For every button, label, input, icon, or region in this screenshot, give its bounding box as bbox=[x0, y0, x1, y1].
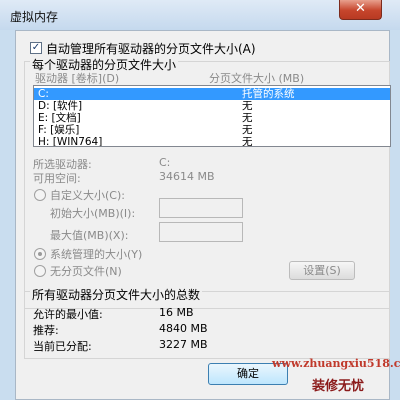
initial-size-label: 初始大小(MB)(I): bbox=[50, 207, 136, 220]
current-allocated-label: 当前已分配: bbox=[33, 340, 92, 353]
window-title: 虚拟内存 bbox=[10, 10, 59, 24]
system-managed-radio[interactable] bbox=[34, 248, 46, 260]
min-allowed-value: 16 MB bbox=[159, 306, 194, 319]
recommended-label: 推荐: bbox=[33, 324, 59, 337]
drive-cell: F: [娱乐] bbox=[38, 124, 80, 136]
max-size-input[interactable] bbox=[159, 222, 243, 242]
column-header-drive: 驱动器 [卷标](D) bbox=[35, 72, 120, 85]
free-space-value: 34614 MB bbox=[159, 170, 215, 183]
dialog-body: ✓ 自动管理所有驱动器的分页文件大小(A) 每个驱动器的分页文件大小 驱动器 [… bbox=[15, 30, 391, 400]
selected-drive-value: C: bbox=[159, 156, 171, 169]
max-size-label: 最大值(MB)(X): bbox=[50, 229, 129, 242]
watermark-brand: 装修无忧 bbox=[312, 379, 365, 394]
size-cell: 无 bbox=[242, 136, 253, 147]
recommended-value: 4840 MB bbox=[159, 322, 208, 335]
drive-row-h[interactable]: H: [WIN764] 无 bbox=[34, 136, 390, 147]
drive-cell: D: [软件] bbox=[38, 100, 83, 112]
auto-manage-checkbox[interactable]: ✓ bbox=[30, 42, 42, 54]
totals-title: 所有驱动器分页文件大小的总数 bbox=[30, 286, 203, 303]
drive-row-d[interactable]: D: [软件] 无 bbox=[34, 100, 390, 112]
custom-size-radio[interactable] bbox=[34, 189, 46, 201]
current-allocated-value: 3227 MB bbox=[159, 338, 208, 351]
auto-manage-label[interactable]: 自动管理所有驱动器的分页文件大小(A) bbox=[46, 40, 256, 57]
no-paging-radio[interactable] bbox=[34, 265, 46, 277]
column-header-size: 分页文件大小 (MB) bbox=[209, 72, 305, 85]
watermark-url: www.zhuangxiu518.com bbox=[272, 357, 400, 370]
drive-cell: C: bbox=[38, 88, 49, 100]
min-allowed-label: 允许的最小值: bbox=[33, 308, 103, 321]
drive-row-f[interactable]: F: [娱乐] 无 bbox=[34, 124, 390, 136]
custom-size-label[interactable]: 自定义大小(C): bbox=[50, 187, 125, 203]
drive-row-e[interactable]: E: [文档] 无 bbox=[34, 112, 390, 124]
no-paging-label[interactable]: 无分页文件(N) bbox=[50, 263, 122, 279]
drive-cell: H: [WIN764] bbox=[38, 136, 103, 147]
close-button[interactable]: ✕ bbox=[339, 0, 382, 20]
free-space-label: 可用空间: bbox=[33, 172, 81, 185]
watermark: www.zhuangxiu518.com 装修无忧 bbox=[268, 355, 400, 400]
drive-row-c[interactable]: C: 托管的系统 bbox=[34, 88, 390, 100]
drive-cell: E: [文档] bbox=[38, 112, 81, 124]
set-button[interactable]: 设置(S) bbox=[289, 261, 355, 280]
size-cell: 无 bbox=[242, 112, 253, 124]
size-cell: 托管的系统 bbox=[242, 88, 295, 100]
size-cell: 无 bbox=[242, 124, 253, 136]
check-icon: ✓ bbox=[31, 42, 41, 53]
initial-size-input[interactable] bbox=[159, 198, 243, 218]
close-icon: ✕ bbox=[355, 1, 366, 16]
size-cell: 无 bbox=[242, 100, 253, 112]
title-bar: 虚拟内存 ✕ bbox=[0, 0, 400, 30]
system-managed-label[interactable]: 系统管理的大小(Y) bbox=[50, 246, 142, 262]
drive-list[interactable]: C: 托管的系统 D: [软件] 无 E: [文档] 无 F: [娱乐] 无 H… bbox=[33, 85, 391, 147]
